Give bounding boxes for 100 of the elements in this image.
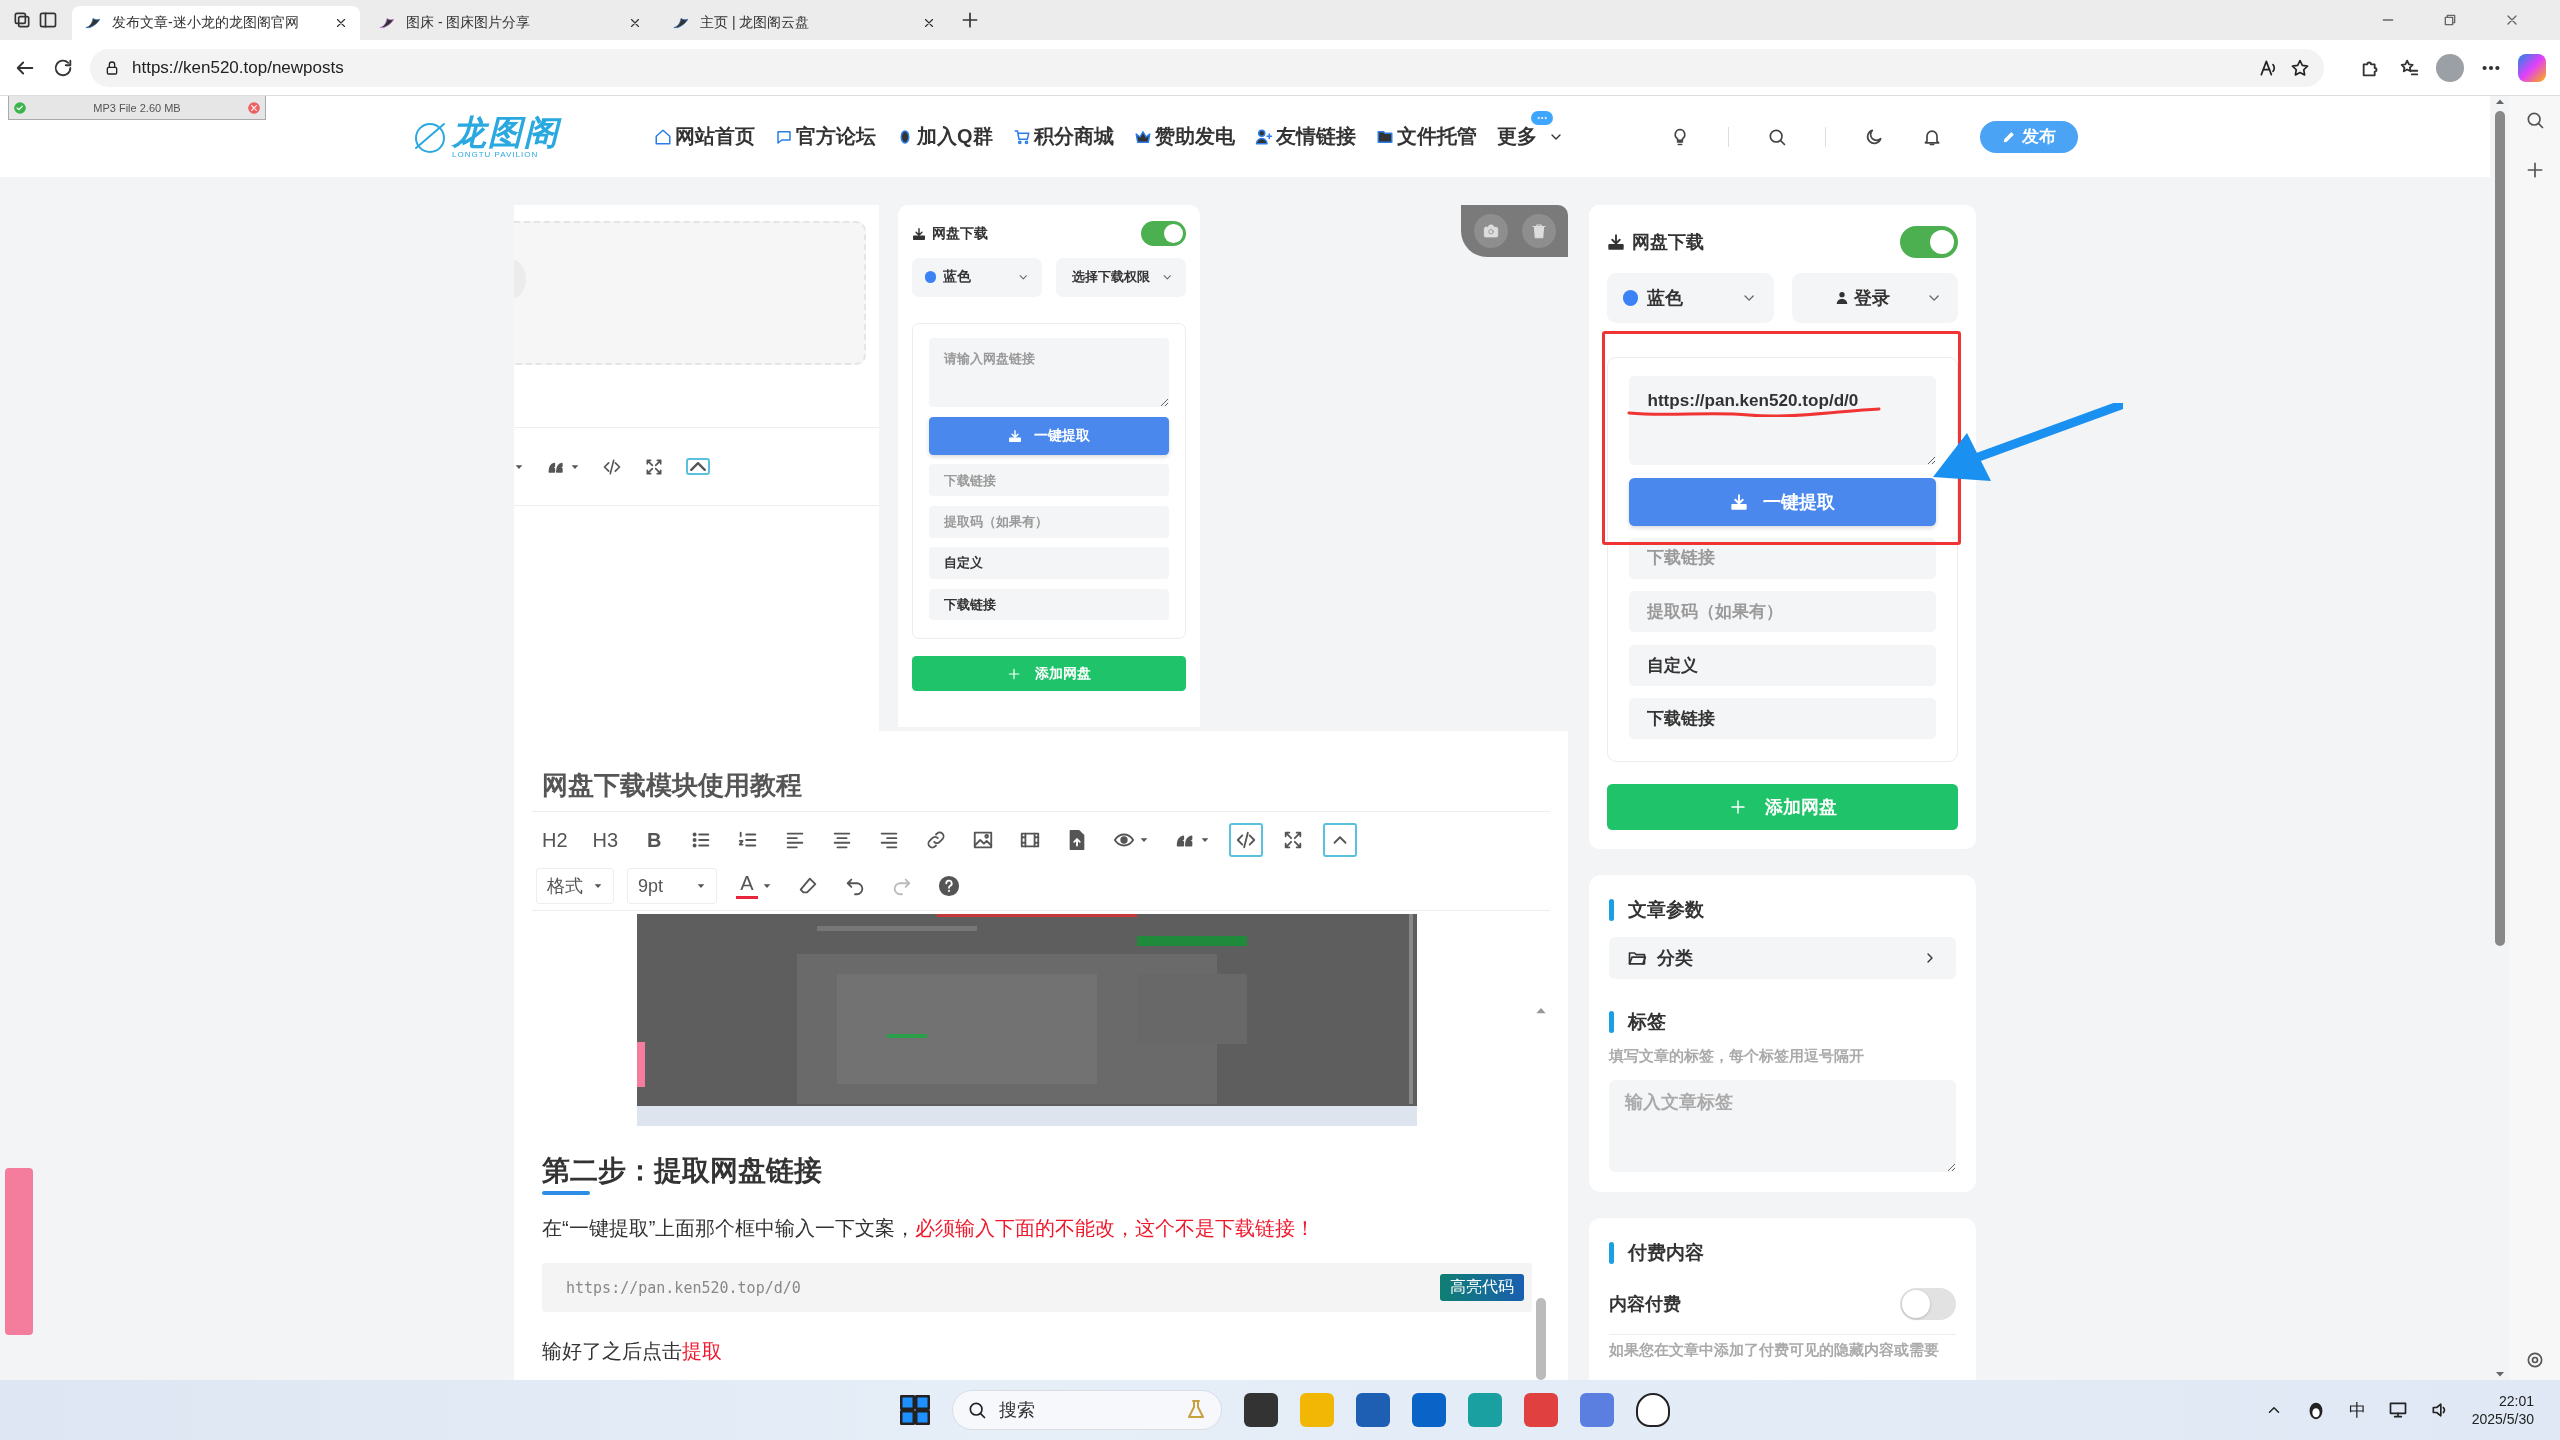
- plus-icon: [1007, 666, 1021, 681]
- toggle-switch[interactable]: [1900, 226, 1958, 258]
- permission-select[interactable]: 选择下载权限: [1056, 257, 1186, 297]
- toolbar-button[interactable]: H3: [586, 823, 625, 857]
- nav-link[interactable]: 友情链接: [1254, 123, 1356, 150]
- tab-actions-icon[interactable]: [38, 10, 58, 30]
- nav-link[interactable]: 积分商城: [1012, 123, 1114, 150]
- plus-icon[interactable]: [2525, 160, 2545, 180]
- close-icon[interactable]: [247, 100, 261, 115]
- caret-icon: [762, 881, 772, 891]
- input-field[interactable]: 自定义: [929, 547, 1169, 579]
- clock[interactable]: 22:01 2025/5/30: [2471, 1392, 2534, 1428]
- browser-tab[interactable]: 主页 | 龙图阁云盘: [660, 6, 948, 40]
- scrollbar-thumb[interactable]: [2495, 111, 2505, 946]
- nav-link[interactable]: 文件托管: [1375, 123, 1477, 150]
- new-tab-icon[interactable]: [960, 10, 980, 30]
- browser-tab[interactable]: 发布文章-迷小龙的龙图阁官网: [72, 6, 360, 40]
- download-icon: [1607, 232, 1625, 251]
- home-icon: [654, 127, 672, 146]
- search-icon[interactable]: [2525, 110, 2545, 130]
- star-icon[interactable]: [2290, 57, 2310, 78]
- input-field[interactable]: 提取码（如果有）: [1628, 591, 1937, 633]
- color-select[interactable]: 蓝色: [912, 257, 1042, 297]
- caret-icon: [593, 881, 603, 891]
- toolbar-button[interactable]: [1229, 823, 1264, 857]
- time-text: 22:01: [2498, 1392, 2534, 1410]
- restore-icon[interactable]: [2442, 12, 2458, 28]
- nav-link[interactable]: 官方论坛: [775, 123, 876, 150]
- scrollbar-thumb[interactable]: [1536, 1298, 1546, 1380]
- toolbar-button[interactable]: [1323, 823, 1358, 857]
- tags-field[interactable]: 输入文章标签: [1609, 1079, 1956, 1172]
- profile-avatar[interactable]: [2436, 53, 2464, 82]
- instruction-text: 在“一键提取”上面那个框中输入一下文案，必须输入下面的不能改，这个不是下载链接！: [542, 1216, 1317, 1241]
- color-dot-icon: [924, 271, 937, 284]
- section-title: 标签: [1628, 1009, 1666, 1034]
- caret-icon: [1139, 835, 1150, 845]
- network-icon[interactable]: [2387, 1400, 2408, 1420]
- fullscreen-icon[interactable]: [644, 456, 664, 477]
- font-size-select[interactable]: 9pt: [627, 868, 717, 904]
- link-textarea[interactable]: 请输入网盘链接: [929, 338, 1169, 408]
- download-icon: [1008, 428, 1023, 443]
- toggle-label: 内容付费: [1609, 1292, 1681, 1316]
- user-plus-icon: [1254, 127, 1273, 146]
- input-field[interactable]: 下载链接: [929, 464, 1169, 497]
- close-icon: [334, 16, 348, 30]
- module-title: 网盘下载: [931, 224, 989, 243]
- search-field[interactable]: 搜索: [952, 1390, 1222, 1430]
- link-textarea[interactable]: https://pan.ken520.top/d/0: [1628, 376, 1937, 465]
- nav-link[interactable]: 赞助发电: [1133, 123, 1235, 150]
- moon-icon[interactable]: [1864, 126, 1884, 147]
- file-label: MP3 File 2.60 MB: [92, 101, 182, 114]
- nav-link[interactable]: 网站首页: [654, 123, 755, 150]
- hint-text: 填写文章的标签，每个标签用逗号隔开: [1609, 1046, 1865, 1066]
- input-field[interactable]: 提取码（如果有）: [929, 505, 1169, 538]
- copilot-icon[interactable]: [2518, 53, 2546, 82]
- caret-icon: [696, 881, 706, 891]
- caret-icon: [1200, 835, 1211, 845]
- section-title: 付费内容: [1628, 1240, 1704, 1265]
- toolbar-button[interactable]: B: [637, 823, 672, 857]
- input-field[interactable]: 下载链接: [929, 588, 1169, 621]
- url-text: https://ken520.top/newposts: [132, 57, 345, 78]
- camera-button[interactable]: [1473, 214, 1508, 248]
- download-icon: [1730, 492, 1749, 511]
- module-title: 网盘下载: [1632, 230, 1706, 254]
- pencil-icon: [2002, 129, 2016, 144]
- date-text: 2025/5/30: [2471, 1410, 2534, 1428]
- input-field[interactable]: 下载链接: [1628, 697, 1937, 739]
- nav-link[interactable]: 更多: [1496, 123, 1564, 150]
- nav-link[interactable]: 加入Q群: [896, 123, 993, 150]
- input-field[interactable]: 下载链接: [1628, 537, 1937, 579]
- ime-indicator[interactable]: 中: [2348, 1398, 2366, 1422]
- permission-select[interactable]: 登录: [1791, 272, 1958, 323]
- input-field[interactable]: 自定义: [1628, 644, 1937, 686]
- text-color-button[interactable]: A: [730, 869, 778, 903]
- accent-bar: [1609, 898, 1614, 921]
- article-title: 网盘下载模块使用教程: [532, 771, 1550, 812]
- address-bar[interactable]: https://ken520.top/newposts: [90, 48, 2324, 87]
- accent-bar: [1609, 1241, 1614, 1264]
- category-select[interactable]: 分类: [1609, 936, 1956, 979]
- chevron-up-icon: [690, 462, 706, 471]
- camera-icon: [1481, 222, 1500, 240]
- toolbar-button[interactable]: H2: [536, 823, 574, 857]
- toggle-switch[interactable]: [1141, 221, 1186, 246]
- color-select[interactable]: 蓝色: [1607, 272, 1774, 323]
- settings-icon[interactable]: [2525, 1350, 2545, 1370]
- browser-tab[interactable]: 图床 - 图床图片分享: [366, 6, 654, 40]
- download-icon: [912, 226, 926, 241]
- collapse-button[interactable]: [686, 458, 710, 475]
- format-select[interactable]: 格式: [536, 868, 614, 904]
- section-title: 文章参数: [1628, 897, 1704, 922]
- start-icon[interactable]: [900, 1395, 930, 1425]
- help-icon: [938, 875, 960, 897]
- delete-button[interactable]: [1521, 214, 1556, 248]
- toggle-switch[interactable]: [1900, 1287, 1956, 1320]
- accent-bar: [1609, 1010, 1614, 1033]
- highlight-code-button[interactable]: 高亮代码: [1440, 1274, 1524, 1301]
- plus-icon: [1728, 797, 1747, 816]
- code-icon: [1235, 829, 1258, 851]
- download-status-icon: [13, 100, 27, 115]
- workspaces-icon[interactable]: [12, 10, 32, 30]
